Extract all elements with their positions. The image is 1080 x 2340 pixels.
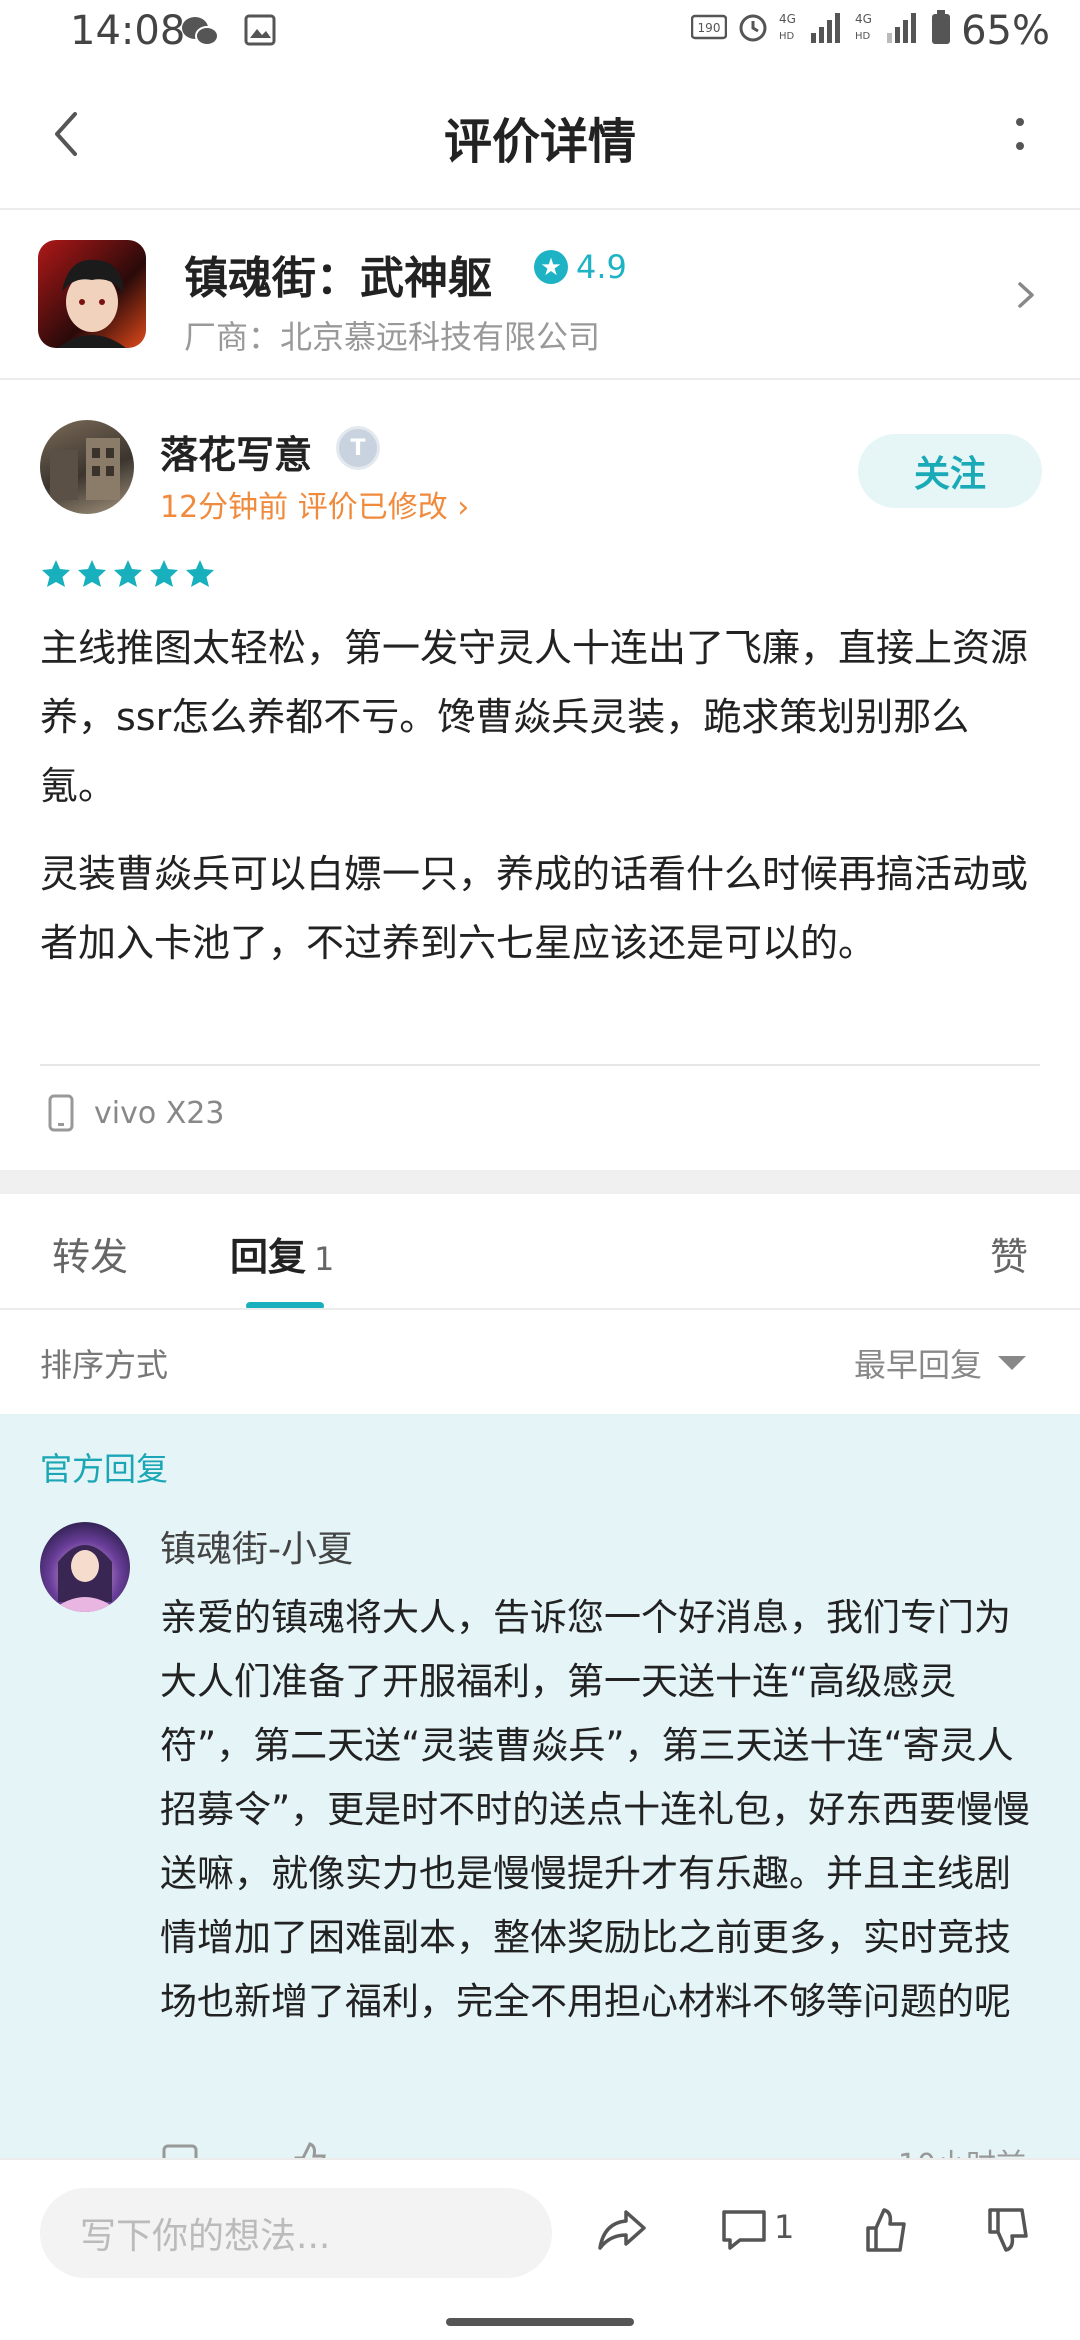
game-card[interactable]: 镇魂街：武神躯 ★ 4.9 厂商：北京慕远科技有限公司 — [0, 212, 1080, 380]
reply-time: 10小时前 — [898, 2140, 1026, 2158]
star-icon — [150, 560, 178, 587]
tab-like[interactable]: 赞 — [990, 1226, 1028, 1281]
reply-actions — [160, 2140, 330, 2158]
section-separator — [0, 1170, 1080, 1194]
thumbs-up-icon[interactable] — [856, 2200, 916, 2260]
rating-value: 4.9 — [576, 248, 627, 286]
review-meta[interactable]: 12分钟前 评价已修改 › — [160, 482, 469, 526]
share-icon[interactable] — [592, 2200, 652, 2260]
user-avatar[interactable] — [40, 420, 134, 514]
game-vendor: 厂商：北京慕远科技有限公司 — [184, 318, 601, 356]
caret-down-icon — [998, 1356, 1026, 1370]
device-name: vivo X23 — [94, 1095, 225, 1131]
comment-count: 1 — [774, 2208, 795, 2246]
sort-dropdown[interactable]: 最早回复 — [854, 1340, 1026, 1386]
tabs-divider — [0, 1308, 1080, 1310]
thumbs-down-icon[interactable] — [978, 2200, 1038, 2260]
comment-input[interactable]: 写下你的想法... — [40, 2188, 552, 2278]
sort-label: 排序方式 — [40, 1346, 169, 1384]
official-reply-label: 官方回复 — [40, 1450, 169, 1488]
game-name: 镇魂街：武神躯 — [184, 253, 492, 304]
reply-author[interactable]: 镇魂街-小夏 — [160, 1520, 353, 1572]
game-rating: ★ 4.9 — [534, 248, 627, 286]
phone-icon — [48, 1094, 74, 1132]
official-reply: 官方回复 镇魂街-小夏 亲爱的镇魂将大人，告诉您一个好消息，我们专门为大人们准备… — [0, 1414, 1080, 2158]
signal-1-icon: 4G HD — [779, 9, 845, 53]
reply-comment-icon[interactable] — [160, 2140, 200, 2158]
user-level-badge: T — [336, 426, 380, 470]
status-time: 14:08 — [70, 8, 186, 54]
star-icon — [78, 560, 106, 587]
reply-like-icon[interactable] — [290, 2140, 330, 2158]
review-paragraph-1: 主线推图太轻松，第一发守灵人十连出了飞廉，直接上资源养，ssr怎么养都不亏。馋曹… — [40, 626, 1029, 808]
battery-level: 65% — [961, 8, 1050, 54]
tab-forward[interactable]: 转发 — [52, 1226, 128, 1281]
status-icons: 190 4G HD 4G HD 65% — [690, 8, 1050, 54]
svg-text:190: 190 — [698, 21, 721, 35]
review-stars — [40, 558, 216, 590]
signal-2-icon: 4G HD — [855, 9, 921, 53]
page-title: 评价详情 — [443, 114, 636, 170]
star-icon — [114, 560, 142, 587]
device-info: vivo X23 — [48, 1094, 224, 1132]
battery-icon — [931, 9, 951, 53]
app-header: 评价详情 — [0, 64, 1080, 210]
review-paragraph-2: 灵装曹焱兵可以白嫖一只，养成的话看什么时候再搞活动或者加入卡池了，不过养到六七星… — [40, 852, 1029, 965]
game-icon — [38, 240, 146, 348]
svg-text:4G: 4G — [855, 12, 872, 26]
chevron-right-icon — [1000, 270, 1050, 320]
svg-text:4G: 4G — [779, 12, 796, 26]
wechat-icon — [180, 14, 220, 54]
star-icon — [42, 560, 70, 587]
star-badge-icon: ★ — [534, 250, 568, 284]
reply-text: 亲爱的镇魂将大人，告诉您一个好消息，我们专门为大人们准备了开服福利，第一天送十连… — [160, 1596, 1031, 2023]
hd-voice-icon: 190 — [690, 12, 728, 50]
bottom-action-bar: 写下你的想法... 1 — [0, 2158, 1080, 2302]
more-button[interactable] — [990, 104, 1050, 164]
star-icon — [186, 560, 214, 587]
more-vertical-icon — [1016, 118, 1024, 150]
svg-text:HD: HD — [855, 31, 871, 42]
svg-text:HD: HD — [779, 31, 795, 42]
gallery-icon — [244, 14, 276, 50]
user-name[interactable]: 落花写意 — [160, 424, 312, 479]
follow-button[interactable]: 关注 — [858, 434, 1042, 508]
tab-reply-count: 1 — [314, 1240, 335, 1278]
comment-icon[interactable] — [714, 2200, 774, 2260]
reply-avatar[interactable] — [40, 1522, 130, 1612]
home-indicator[interactable] — [446, 2318, 634, 2326]
tab-reply[interactable]: 回复 1 — [230, 1226, 334, 1281]
sort-value: 最早回复 — [853, 1346, 982, 1384]
status-bar: 14:08 190 4G HD 4G HD 65% — [0, 0, 1080, 64]
alarm-icon — [737, 11, 769, 51]
tab-reply-label: 回复 — [230, 1235, 307, 1279]
divider — [40, 1064, 1040, 1066]
